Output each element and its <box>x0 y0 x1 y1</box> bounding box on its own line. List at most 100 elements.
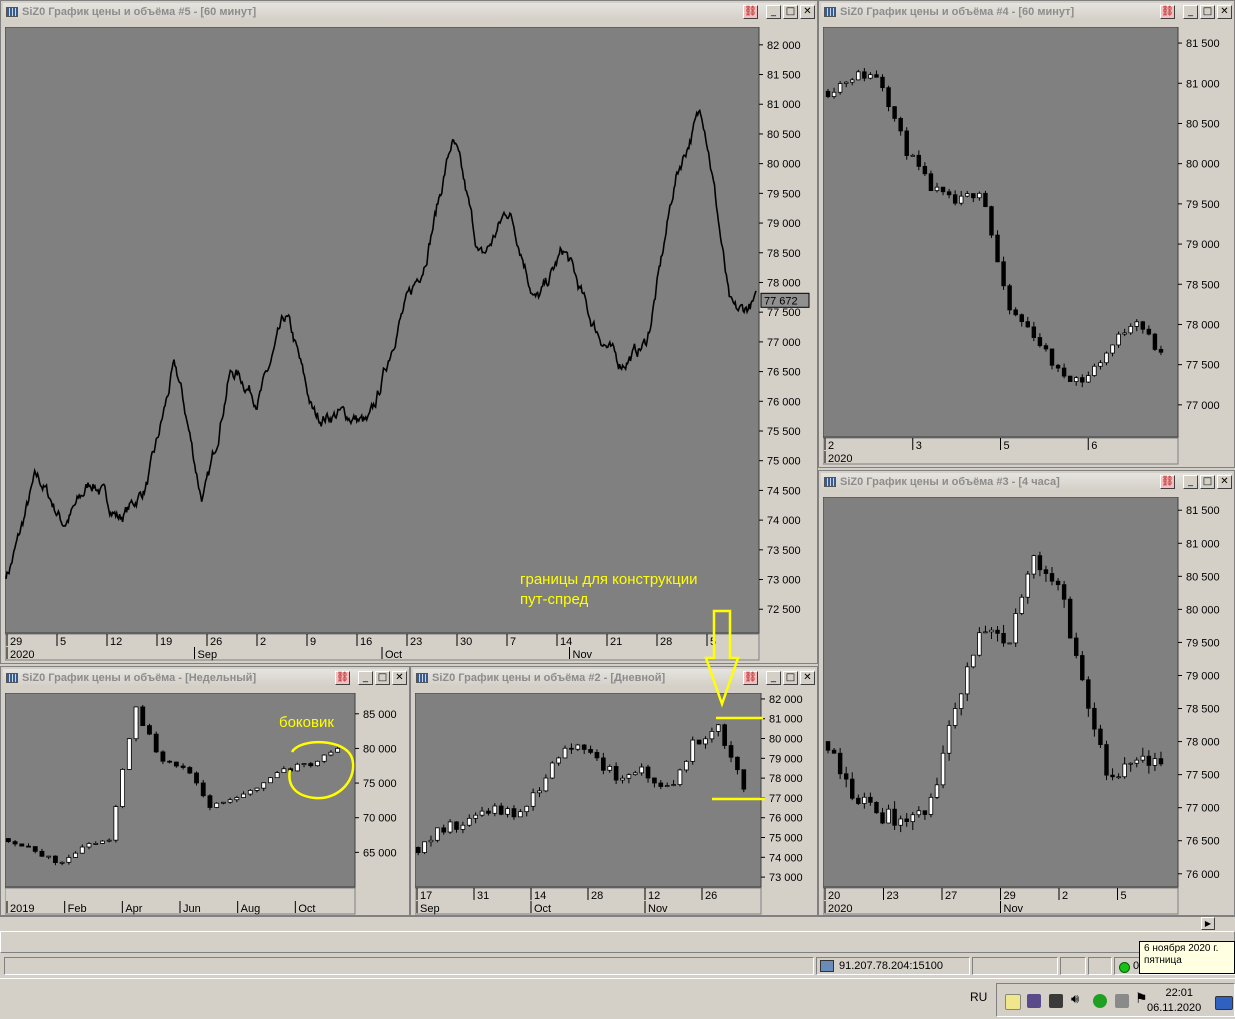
chart-window-3[interactable]: SiZ0 График цены и объёма #3 - [4 часа] … <box>818 470 1235 916</box>
show-desktop-icon[interactable] <box>1215 996 1233 1010</box>
candle <box>671 784 676 786</box>
x-period-label: Sep <box>198 649 218 661</box>
candle <box>868 74 873 79</box>
close-button[interactable]: ✕ <box>1217 4 1232 19</box>
price-chart-svg[interactable]: 81 500 81 000 80 500 80 000 79 500 79 000 78 5… <box>822 26 1232 465</box>
candle <box>1049 348 1055 366</box>
y-tick-label: 81 500 <box>1186 38 1220 50</box>
maximize-button[interactable]: □ <box>1200 4 1215 19</box>
system-tray: 🔊︎ ⚑ 22:01 06.11.2020 <box>996 983 1235 1017</box>
link-icon[interactable]: ⛓ <box>335 670 350 685</box>
price-chart[interactable]: 85 000 80 000 75 000 70 000 65 000 2019 Feb Apr… <box>4 692 407 915</box>
link-icon[interactable]: ⛓ <box>743 670 758 685</box>
y-tick-label: 77 500 <box>1186 360 1220 372</box>
x-tick-label: 7 <box>510 636 516 648</box>
title-bar[interactable]: SiZ0 График цены и объёма #4 - [60 минут… <box>821 3 1232 20</box>
sideways-annotation: боковик <box>279 714 334 731</box>
price-chart[interactable]: 82 000 81 500 81 000 80 500 80 000 79 500 79 0… <box>4 26 813 661</box>
x-tick-label: 21 <box>610 636 622 648</box>
horizontal-scrollbar[interactable]: ▶ <box>0 916 1235 930</box>
price-chart-svg[interactable]: 82 000 81 500 81 000 80 500 80 000 79 500 79 0… <box>4 26 813 661</box>
candle <box>632 772 638 776</box>
minimize-button[interactable]: _ <box>766 670 781 685</box>
price-chart-svg[interactable]: 85 000 80 000 75 000 70 000 65 000 2019 Feb Apr… <box>4 692 407 915</box>
link-icon[interactable]: ⛓ <box>743 4 758 19</box>
title-bar[interactable]: SiZ0 График цены и объёма - [Недельный] … <box>3 669 407 686</box>
link-icon[interactable]: ⛓ <box>1160 474 1175 489</box>
window-title: SiZ0 График цены и объёма #5 - [60 минут… <box>22 5 257 18</box>
maximize-button[interactable]: □ <box>375 670 390 685</box>
x-tick-label: 5 <box>710 636 716 648</box>
window-title: SiZ0 График цены и объёма #4 - [60 минут… <box>840 5 1075 18</box>
link-icon[interactable]: ⛓ <box>1160 4 1175 19</box>
title-bar[interactable]: SiZ0 График цены и объёма #3 - [4 часа] … <box>821 473 1232 490</box>
title-bar[interactable]: SiZ0 График цены и объёма #5 - [60 минут… <box>3 3 815 20</box>
candle <box>1116 333 1121 346</box>
network-icon[interactable] <box>1115 994 1129 1008</box>
candle <box>910 154 915 157</box>
x-tick-label: 29 <box>10 636 22 648</box>
candle <box>715 724 721 732</box>
x-tick-label: 29 <box>1004 890 1016 902</box>
language-indicator[interactable]: RU <box>970 990 987 1004</box>
candle <box>569 747 574 750</box>
chart-window-weekly[interactable]: SiZ0 График цены и объёма - [Недельный] … <box>0 666 410 916</box>
price-chart[interactable]: 81 500 81 000 80 500 80 000 79 500 79 000 78 5… <box>822 496 1232 915</box>
maximize-button[interactable]: □ <box>783 670 798 685</box>
minimize-button[interactable]: _ <box>358 670 373 685</box>
check-shield-icon[interactable] <box>1093 994 1107 1008</box>
chart-window-icon <box>6 672 18 683</box>
close-button[interactable]: ✕ <box>800 4 815 19</box>
close-button[interactable]: ✕ <box>1217 474 1232 489</box>
candle <box>113 806 119 841</box>
candle <box>268 777 273 784</box>
date-tooltip: 6 ноября 2020 г. пятница <box>1139 941 1235 974</box>
price-chart-svg[interactable]: 82 000 81 000 80 000 79 000 78 000 77 000 76 0… <box>414 692 815 915</box>
price-chart[interactable]: 82 000 81 000 80 000 79 000 78 000 77 000 76 0… <box>414 692 815 915</box>
candle <box>1019 314 1024 323</box>
candle <box>1043 345 1049 350</box>
close-button[interactable]: ✕ <box>392 670 407 685</box>
y-tick-label: 82 000 <box>767 40 801 52</box>
price-chart[interactable]: 81 500 81 000 80 500 80 000 79 500 79 000 78 5… <box>822 26 1232 465</box>
candle <box>1055 580 1061 586</box>
clock-date[interactable]: 06.11.2020 <box>1147 1002 1201 1014</box>
y-tick-label: 80 000 <box>363 743 397 755</box>
minimize-button[interactable]: _ <box>766 4 781 19</box>
minimize-button[interactable]: _ <box>1183 474 1198 489</box>
connection-pane[interactable]: 91.207.78.204:15100 <box>816 957 970 975</box>
price-chart-svg[interactable]: 81 500 81 000 80 500 80 000 79 500 79 000 78 5… <box>822 496 1232 915</box>
volume-icon[interactable]: 🔊︎ <box>1071 992 1079 1007</box>
x-tick-label: 23 <box>887 890 899 902</box>
candle <box>1025 321 1031 328</box>
candle <box>315 760 320 767</box>
candle <box>575 744 581 750</box>
monitor-icon[interactable] <box>1049 994 1063 1008</box>
candle <box>958 195 964 204</box>
connection-address: 91.207.78.204:15100 <box>839 960 943 972</box>
scroll-right-button[interactable]: ▶ <box>1201 917 1215 930</box>
maximize-button[interactable]: □ <box>1200 474 1215 489</box>
x-tick-label: 31 <box>477 890 489 902</box>
flag-icon[interactable]: ⚑ <box>1135 991 1148 1007</box>
y-tick-label: 81 500 <box>1186 505 1220 517</box>
y-tick-label: 78 000 <box>769 773 803 785</box>
candle <box>227 799 233 803</box>
candle <box>684 760 689 771</box>
candle <box>543 777 549 792</box>
chart-window-2[interactable]: SiZ0 График цены и объёма #2 - [Дневной]… <box>410 666 818 916</box>
candle <box>1061 584 1067 600</box>
candle <box>904 130 909 156</box>
notepad-icon[interactable] <box>1005 994 1021 1010</box>
chart-window-5[interactable]: SiZ0 График цены и объёма #5 - [60 минут… <box>0 0 818 664</box>
clock-time[interactable]: 22:01 <box>1153 987 1193 999</box>
candle <box>73 852 78 858</box>
candle <box>492 805 498 814</box>
close-button[interactable]: ✕ <box>800 670 815 685</box>
maximize-button[interactable]: □ <box>783 4 798 19</box>
title-bar[interactable]: SiZ0 График цены и объёма #2 - [Дневной]… <box>413 669 815 686</box>
minimize-button[interactable]: _ <box>1183 4 1198 19</box>
x-tick-label: 19 <box>160 636 172 648</box>
chart-window-4[interactable]: SiZ0 График цены и объёма #4 - [60 минут… <box>818 0 1235 468</box>
cube-icon[interactable] <box>1027 994 1041 1008</box>
